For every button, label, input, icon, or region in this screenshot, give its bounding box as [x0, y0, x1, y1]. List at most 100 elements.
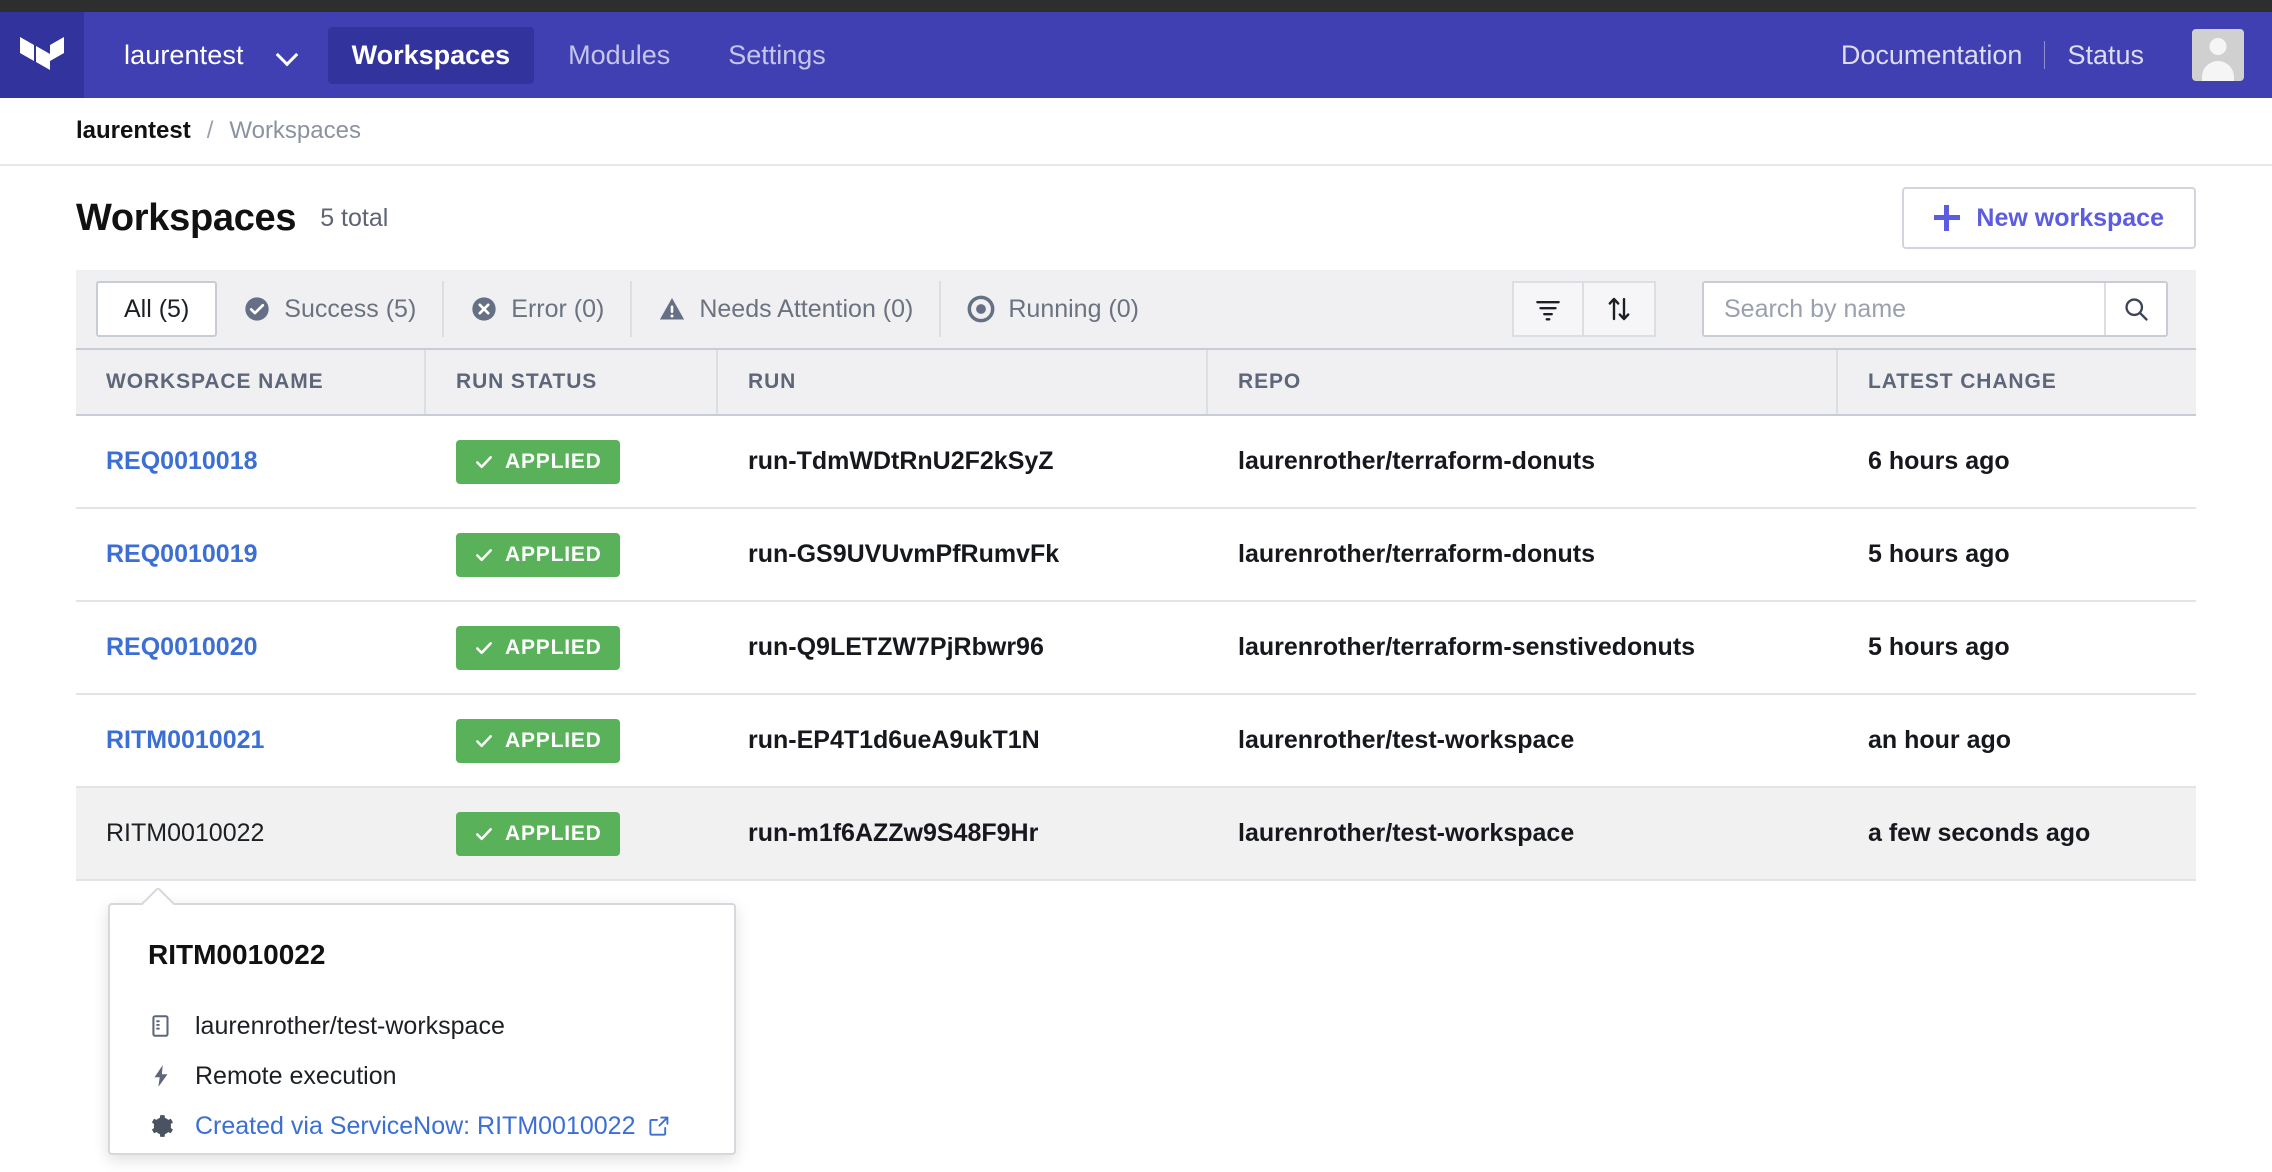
column-header-repo: REPO	[1208, 350, 1838, 414]
check-icon	[476, 548, 492, 561]
table-row[interactable]: REQ0010018 APPLIED run-TdmWDtRnU2F2kSyZ …	[76, 416, 2196, 509]
cell-latest-change: a few seconds ago	[1868, 819, 2091, 847]
table-header-row: WORKSPACE NAME RUN STATUS RUN REPO LATES…	[76, 350, 2196, 416]
cell-latest-change: 5 hours ago	[1868, 540, 2010, 568]
sort-arrows-icon	[1608, 297, 1630, 321]
chevron-down-icon	[278, 45, 298, 65]
filter-button[interactable]	[1512, 281, 1584, 337]
status-badge[interactable]: APPLIED	[456, 439, 620, 484]
check-icon	[476, 827, 492, 840]
table-row[interactable]: REQ0010020 APPLIED run-Q9LETZW7PjRbwr96 …	[76, 602, 2196, 695]
status-badge-label: APPLIED	[505, 449, 602, 473]
workspace-details-popover: RITM0010022 laurenrother/test-workspace …	[108, 903, 736, 1155]
target-circle-icon	[967, 295, 995, 323]
status-badge[interactable]: APPLIED	[456, 532, 620, 577]
workspace-name-link[interactable]: RITM0010021	[106, 726, 264, 755]
page-title: Workspaces	[76, 196, 297, 239]
table-row[interactable]: RITM0010022 APPLIED run-m1f6AZZw9S48F9Hr…	[76, 788, 2196, 881]
filter-tab-success[interactable]: Success (5)	[217, 281, 445, 337]
os-title-strip	[0, 0, 2272, 12]
cell-run-status: APPLIED	[426, 788, 718, 879]
popover-title: RITM0010022	[148, 939, 326, 970]
popover-servicenow-link-label: Created via ServiceNow: RITM0010022	[195, 1111, 636, 1140]
cell-workspace-name: REQ0010019	[76, 509, 426, 600]
cell-run: run-EP4T1d6ueA9ukT1N	[748, 726, 1040, 754]
cell-run-status: APPLIED	[426, 509, 718, 600]
cell-latest-change: an hour ago	[1868, 726, 2012, 754]
terraform-logo-icon[interactable]	[0, 12, 84, 98]
filter-tab-needs-attention[interactable]: Needs Attention (0)	[632, 281, 942, 337]
popover-repo-row: laurenrother/test-workspace	[148, 1001, 696, 1051]
cell-run-status: APPLIED	[426, 602, 718, 693]
cell-latest-change: 5 hours ago	[1868, 633, 2010, 661]
popover-repo-label: laurenrother/test-workspace	[195, 1011, 505, 1040]
user-avatar-icon[interactable]	[2192, 29, 2244, 81]
breadcrumb-root[interactable]: laurentest	[76, 117, 191, 145]
new-workspace-label: New workspace	[1976, 203, 2164, 232]
status-badge[interactable]: APPLIED	[456, 811, 620, 856]
nav-right-group: Documentation Status	[1819, 12, 2272, 98]
status-badge-label: APPLIED	[505, 635, 602, 659]
cell-workspace-name: RITM0010021	[76, 695, 426, 786]
check-circle-icon	[245, 297, 269, 321]
workspace-name-link[interactable]: REQ0010020	[106, 633, 258, 662]
filter-tab-running[interactable]: Running (0)	[941, 281, 1165, 337]
x-circle-icon	[472, 297, 496, 321]
cell-repo: laurenrother/terraform-donuts	[1238, 540, 1595, 568]
table-row[interactable]: REQ0010019 APPLIED run-GS9UVUvmPfRumvFk …	[76, 509, 2196, 602]
primary-nav: Workspaces Modules Settings	[327, 12, 860, 98]
breadcrumb: laurentest / Workspaces	[0, 98, 2272, 166]
search-input[interactable]	[1704, 283, 2104, 335]
documentation-link[interactable]: Documentation	[1819, 40, 2045, 71]
cell-repo: laurenrother/terraform-donuts	[1238, 447, 1595, 475]
new-workspace-button[interactable]: New workspace	[1902, 187, 2196, 249]
filter-toolbar: All (5) Success (5) Error (0) Needs Atte…	[76, 270, 2196, 350]
cell-workspace-name: REQ0010020	[76, 602, 426, 693]
workspace-name-link[interactable]: REQ0010018	[106, 447, 258, 476]
status-badge[interactable]: APPLIED	[456, 625, 620, 670]
table-row[interactable]: RITM0010021 APPLIED run-EP4T1d6ueA9ukT1N…	[76, 695, 2196, 788]
org-switcher[interactable]: laurentest	[84, 12, 328, 98]
cell-workspace-name: RITM0010022	[76, 788, 426, 879]
popover-arrow	[142, 888, 174, 905]
column-header-workspace-name: WORKSPACE NAME	[76, 350, 426, 414]
cell-run-status: APPLIED	[426, 695, 718, 786]
cell-repo: laurenrother/terraform-senstivedonuts	[1238, 633, 1696, 661]
page-header: Workspaces 5 total New workspace	[0, 166, 2272, 270]
status-filter-tabs: All (5) Success (5) Error (0) Needs Atte…	[96, 281, 1165, 337]
filter-tab-all[interactable]: All (5)	[96, 281, 218, 337]
status-badge-label: APPLIED	[505, 542, 602, 566]
nav-link-modules[interactable]: Modules	[544, 27, 694, 84]
lightning-bolt-icon	[154, 1065, 168, 1087]
cell-run: run-m1f6AZZw9S48F9Hr	[748, 819, 1039, 847]
cell-repo: laurenrother/test-workspace	[1238, 819, 1575, 847]
check-icon	[476, 455, 492, 468]
alert-triangle-icon	[660, 298, 685, 320]
cell-run: run-GS9UVUvmPfRumvFk	[748, 540, 1060, 568]
nav-link-workspaces[interactable]: Workspaces	[327, 26, 535, 84]
column-header-run: RUN	[718, 350, 1208, 414]
status-link[interactable]: Status	[2045, 40, 2166, 71]
popover-servicenow-link[interactable]: Created via ServiceNow: RITM0010022	[195, 1112, 671, 1141]
check-icon	[476, 641, 492, 654]
filter-tab-needs-attention-label: Needs Attention (0)	[699, 294, 914, 323]
cell-run: run-Q9LETZW7PjRbwr96	[748, 633, 1044, 661]
cell-run: run-TdmWDtRnU2F2kSyZ	[748, 447, 1054, 475]
filter-icon	[1536, 300, 1560, 321]
book-icon	[152, 1015, 169, 1037]
popover-execution-row: Remote execution	[148, 1051, 696, 1101]
filter-tab-error[interactable]: Error (0)	[444, 281, 633, 337]
nav-link-settings[interactable]: Settings	[704, 27, 850, 84]
search-box	[1702, 281, 2168, 337]
filter-tab-all-label: All (5)	[124, 294, 190, 323]
status-badge[interactable]: APPLIED	[456, 718, 620, 763]
filter-tab-success-label: Success (5)	[284, 294, 417, 323]
plus-icon	[1934, 205, 1961, 231]
column-header-latest-change: LATEST CHANGE	[1868, 370, 2057, 393]
workspace-name-link[interactable]: RITM0010022	[106, 819, 264, 848]
workspaces-table: WORKSPACE NAME RUN STATUS RUN REPO LATES…	[76, 350, 2196, 881]
cell-run-status: APPLIED	[426, 416, 718, 507]
workspace-name-link[interactable]: REQ0010019	[106, 540, 258, 569]
sort-button[interactable]	[1584, 281, 1656, 337]
search-submit-button[interactable]	[2104, 283, 2166, 335]
